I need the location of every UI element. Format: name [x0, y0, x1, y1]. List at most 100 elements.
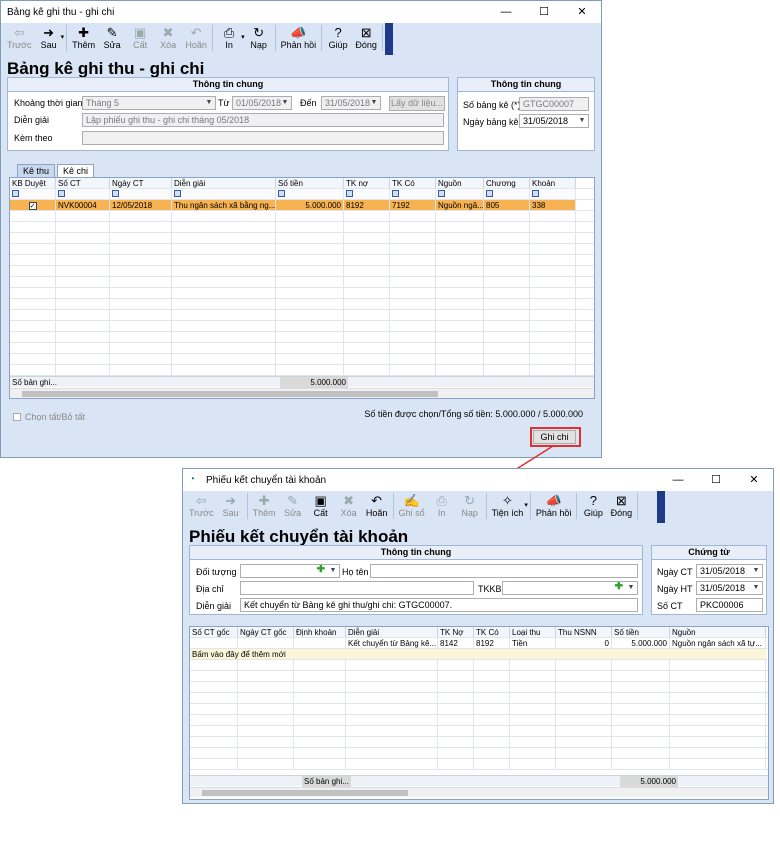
toolbar-label: Nạp	[461, 508, 478, 518]
utility-icon: ✧	[502, 493, 513, 508]
grid-cell	[612, 759, 670, 769]
grid-cell	[238, 704, 294, 714]
grid-footer: Số bản ghi... 5.000.000	[190, 775, 768, 787]
toolbar-label: Phản hồi	[535, 508, 572, 518]
tkkb-label: TKKB	[478, 584, 502, 594]
toolbar-label: Đóng	[610, 508, 633, 518]
column-header: Diễn giải	[346, 627, 438, 637]
toolbar-expand-icon[interactable]	[657, 491, 665, 523]
column-header: Số tiền	[612, 627, 670, 637]
grid-cell	[190, 693, 238, 703]
grid-cell	[612, 748, 670, 758]
add-new-row-label: Bấm vào đây để thêm mới	[190, 649, 766, 659]
voucher-no-field[interactable]: PKC00006	[696, 598, 763, 612]
grid-cell	[438, 759, 474, 769]
address-field[interactable]	[240, 581, 474, 595]
toolbar-separator	[485, 493, 487, 519]
toolbar-separator	[529, 493, 531, 519]
grid-cell	[474, 737, 510, 747]
add-object-icon[interactable]: ✚	[317, 565, 325, 576]
chevron-down-icon: ▼	[752, 584, 760, 591]
name-label: Họ tên	[342, 567, 369, 577]
grid-cell	[346, 693, 438, 703]
column-header: Số CT gốc	[190, 627, 238, 637]
toolbar-label: Giúp	[583, 508, 603, 518]
add-tkkb-icon[interactable]: ✚	[615, 582, 623, 593]
empty-row	[190, 748, 768, 759]
grid-cell	[670, 715, 766, 725]
table-row[interactable]: Kết chuyển từ Bảng kê... 8142 8192 Tiền 0 5.0…	[190, 638, 768, 649]
toolbar-label: Tiện ích	[491, 508, 524, 518]
giúp-button[interactable]: ? Giúp	[582, 493, 604, 518]
object-label: Đối tượng	[196, 567, 237, 577]
grid-cell	[294, 693, 346, 703]
window-title: Phiếu kết chuyển tài khoản	[206, 474, 327, 486]
reload-icon: ↻	[464, 493, 476, 508]
grid-cell	[670, 704, 766, 714]
phản-hồi-button[interactable]: 📣 Phản hồi	[536, 493, 572, 518]
grid-cell	[556, 726, 612, 736]
date-ht-field[interactable]: 31/05/2018 ▼	[696, 581, 763, 595]
grid-cell	[510, 682, 556, 692]
footer-total: 5.000.000	[620, 776, 678, 787]
grid-cell	[510, 693, 556, 703]
grid-cell	[190, 759, 238, 769]
chevron-down-icon: ▼	[329, 567, 337, 574]
grid-cell	[510, 726, 556, 736]
grid-cell	[670, 682, 766, 692]
grid-cell	[438, 715, 474, 725]
voucher-panel: Chứng từ Ngày CT 31/05/2018 ▼ Ngày HT 31/…	[651, 545, 767, 615]
window-phieu-ket-chuyen: ◔ Phiếu kết chuyển tài khoản — ☐ ✕ ⇦ Trướ…	[182, 468, 774, 804]
date-ct-field[interactable]: 31/05/2018 ▼	[696, 564, 763, 578]
description-field[interactable]: Kết chuyển từ Bảng kê ghi thu/ghi chi: G…	[240, 598, 638, 612]
maximize-icon[interactable]: ☐	[697, 469, 735, 491]
grid-cell	[294, 638, 346, 648]
grid-cell	[294, 748, 346, 758]
cất-button[interactable]: ▣ Cất	[310, 493, 332, 518]
sửa-button: ✎ Sửa	[282, 493, 304, 518]
grid-cell: 8142	[438, 638, 474, 648]
hoãn-button[interactable]: ↶ Hoãn	[366, 493, 388, 518]
empty-row	[190, 682, 768, 693]
tkkb-field[interactable]: ✚ ▼	[502, 581, 638, 595]
toolbar-separator	[637, 493, 639, 519]
scroll-thumb[interactable]	[202, 790, 408, 796]
grid-cell	[474, 715, 510, 725]
tiện-ích-button[interactable]: ✧ Tiện ích	[492, 493, 524, 518]
grid-cell	[346, 660, 438, 670]
grid-cell	[438, 693, 474, 703]
đóng-button[interactable]: ⊠ Đóng	[610, 493, 633, 518]
grid-cell	[474, 682, 510, 692]
grid-cell: 8192	[474, 638, 510, 648]
grid-cell	[612, 693, 670, 703]
add-new-row[interactable]: Bấm vào đây để thêm mới	[190, 649, 768, 660]
grid-cell	[346, 671, 438, 681]
grid-cell: Nguồn ngân sách xã tự...	[670, 638, 766, 648]
save-icon: ▣	[314, 493, 327, 508]
grid-cell	[190, 737, 238, 747]
grid-cell	[612, 726, 670, 736]
grid-cell	[510, 671, 556, 681]
name-field[interactable]	[370, 564, 638, 578]
dropdown-caret-icon[interactable]: ▾	[524, 501, 528, 509]
grid-cell	[190, 682, 238, 692]
grid-cell	[190, 726, 238, 736]
grid-cell: 5.000.000	[612, 638, 670, 648]
grid-cell	[294, 715, 346, 725]
undo-icon: ↶	[371, 493, 383, 508]
grid-cell: Tiền	[510, 638, 556, 648]
grid-cell	[238, 682, 294, 692]
grid-cell	[670, 726, 766, 736]
toolbar-separator	[576, 493, 578, 519]
grid-cell	[346, 715, 438, 725]
minimize-icon[interactable]: —	[659, 469, 697, 491]
grid-cell	[670, 671, 766, 681]
object-field[interactable]: ✚ ▼	[240, 564, 340, 578]
add-icon: ✚	[258, 493, 270, 508]
grid-cell	[438, 748, 474, 758]
grid-cell	[238, 715, 294, 725]
close-window-icon[interactable]: ✕	[735, 469, 773, 491]
horizontal-scrollbar[interactable]	[190, 787, 768, 797]
column-header: Thu NSNN	[556, 627, 612, 637]
edit-icon: ✎	[287, 493, 299, 508]
